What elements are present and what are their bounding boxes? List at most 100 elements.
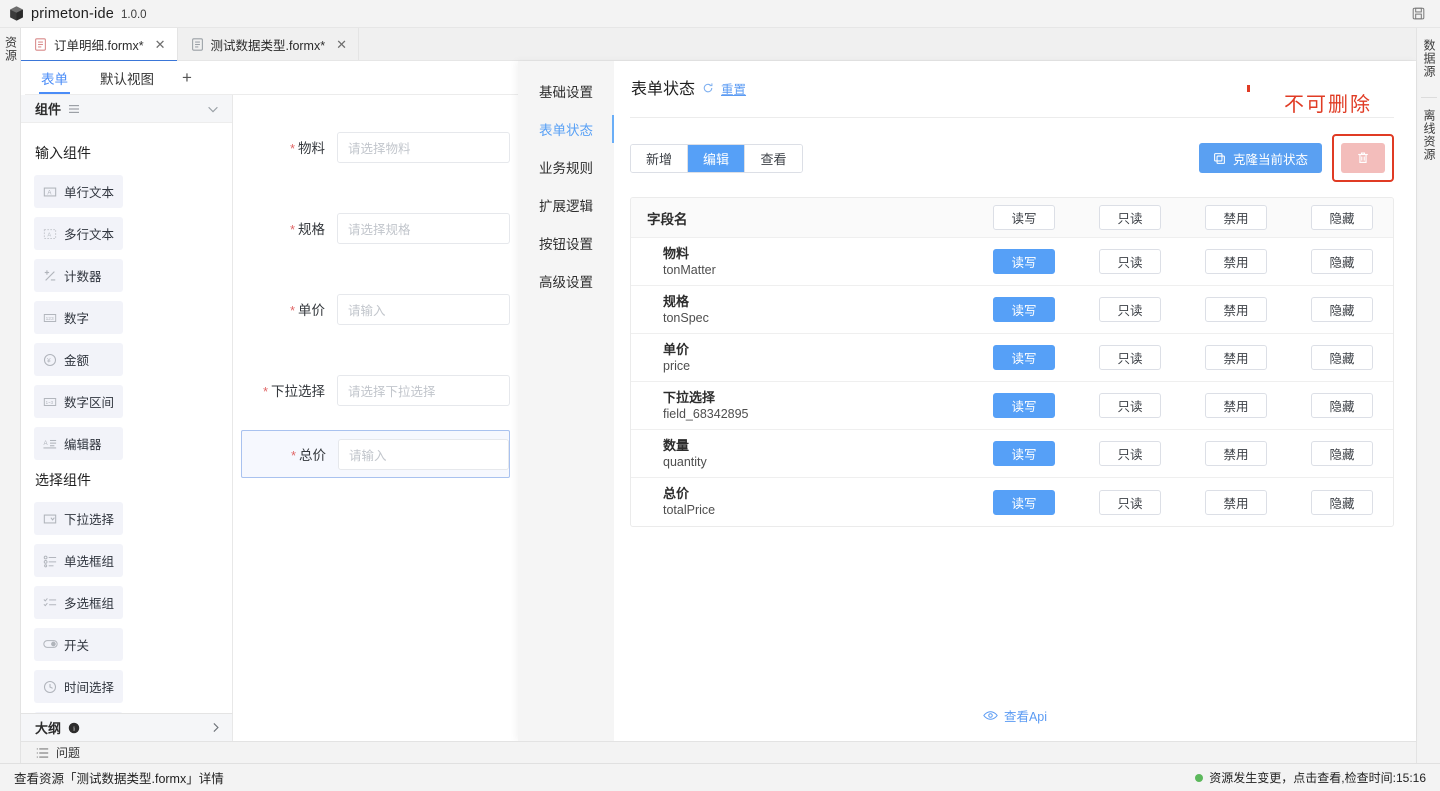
save-disk-icon[interactable]: [1411, 6, 1426, 21]
permission-readwrite-button[interactable]: 读写: [993, 345, 1055, 370]
form-field-input[interactable]: 请选择规格: [337, 213, 510, 244]
component-currency[interactable]: ¥ 金额: [34, 343, 123, 376]
problems-panel-header[interactable]: 问题: [21, 741, 1416, 763]
component-select[interactable]: 下拉选择: [34, 502, 123, 535]
tab-form[interactable]: 表单: [25, 61, 84, 94]
settings-nav-button-settings[interactable]: 按钮设置: [518, 224, 614, 262]
palette-header[interactable]: 组件: [21, 95, 232, 123]
component-time-picker[interactable]: 时间选择: [34, 670, 123, 703]
outline-panel-header[interactable]: 大纲 i: [21, 713, 233, 741]
form-field-input[interactable]: 请输入: [337, 294, 510, 325]
field-label: 规格: [663, 293, 993, 310]
settings-nav-business-rules[interactable]: 业务规则: [518, 148, 614, 186]
permission-disabled-button[interactable]: 禁用: [1205, 393, 1267, 418]
component-number[interactable]: 123 数字: [34, 301, 123, 334]
permission-readwrite-button[interactable]: 读写: [993, 441, 1055, 466]
permission-hidden-button[interactable]: 隐藏: [1311, 249, 1373, 274]
clone-state-button[interactable]: 克隆当前状态: [1199, 143, 1322, 173]
form-field-input[interactable]: 请选择下拉选择: [337, 375, 510, 406]
table-row: 总价 totalPrice 读写 只读 禁用 隐藏: [631, 478, 1393, 526]
form-field-row-selected[interactable]: *总价 请输入: [241, 430, 510, 478]
component-counter[interactable]: 计数器: [34, 259, 123, 292]
status-left-text[interactable]: 查看资源「测试数据类型.formx」详情: [14, 768, 224, 787]
form-canvas[interactable]: *物料 请选择物料 *规格 请选择规格 *单价 请输入 *下拉选择 请选择下拉选…: [233, 95, 518, 741]
permission-hidden-button[interactable]: 隐藏: [1311, 441, 1373, 466]
component-label: 金额: [64, 350, 89, 369]
number-icon: 123: [43, 311, 57, 325]
permission-hidden-button[interactable]: 隐藏: [1311, 393, 1373, 418]
form-field-input[interactable]: 请选择物料: [337, 132, 510, 163]
sidebar-item-datasource[interactable]: 数据源: [1421, 36, 1436, 93]
required-marker: *: [290, 141, 295, 156]
editor-tab-order-detail[interactable]: 订单明细.formx* ✕: [21, 28, 178, 60]
component-rich-editor[interactable]: A 编辑器: [34, 427, 123, 460]
permission-disabled-button[interactable]: 禁用: [1205, 297, 1267, 322]
view-api-link[interactable]: 查看Api: [614, 706, 1416, 725]
settings-nav: 基础设置 表单状态 业务规则 扩展逻辑 按钮设置 高级设置: [518, 61, 614, 741]
permission-readonly-button[interactable]: 只读: [1099, 345, 1161, 370]
state-tab-edit[interactable]: 编辑: [688, 145, 745, 172]
permission-disabled-button[interactable]: 禁用: [1205, 490, 1267, 515]
permission-hidden-button[interactable]: 隐藏: [1311, 297, 1373, 322]
settings-nav-extension-logic[interactable]: 扩展逻辑: [518, 186, 614, 224]
delete-state-button[interactable]: [1341, 143, 1385, 173]
tab-default-view[interactable]: 默认视图: [84, 61, 170, 94]
reset-link[interactable]: 重置: [721, 79, 746, 98]
permission-hidden-button[interactable]: 隐藏: [1311, 490, 1373, 515]
component-switch[interactable]: 开关: [34, 628, 123, 661]
permission-readwrite-button[interactable]: 读写: [993, 297, 1055, 322]
rich-editor-icon: A: [43, 437, 57, 451]
settings-nav-basic[interactable]: 基础设置: [518, 72, 614, 110]
component-radio-group[interactable]: 单选框组: [34, 544, 123, 577]
column-header-readwrite[interactable]: 读写: [993, 205, 1055, 230]
refresh-icon[interactable]: [702, 82, 714, 94]
close-icon[interactable]: ✕: [155, 38, 166, 51]
permission-disabled-button[interactable]: 禁用: [1205, 345, 1267, 370]
editor-tab-test-datatype[interactable]: 测试数据类型.formx* ✕: [178, 28, 360, 60]
sidebar-item-offline-resource[interactable]: 离线资源: [1421, 106, 1436, 176]
form-field-row[interactable]: *单价 请输入: [241, 285, 510, 333]
permission-readonly-button[interactable]: 只读: [1099, 249, 1161, 274]
activity-divider: [1421, 97, 1437, 98]
permission-readonly-button[interactable]: 只读: [1099, 297, 1161, 322]
status-right-group[interactable]: 资源发生变更，点击查看,检查时间:15:16: [1195, 769, 1426, 786]
permission-readonly-button[interactable]: 只读: [1099, 393, 1161, 418]
column-header-readonly[interactable]: 只读: [1099, 205, 1161, 230]
info-icon[interactable]: i: [68, 722, 80, 734]
hamburger-icon[interactable]: [68, 104, 80, 114]
component-single-line-text[interactable]: A 单行文本: [34, 175, 123, 208]
component-multi-line-text[interactable]: A 多行文本: [34, 217, 123, 250]
permission-readwrite-button[interactable]: 读写: [993, 249, 1055, 274]
close-icon[interactable]: ✕: [336, 38, 347, 51]
add-view-button[interactable]: +: [170, 69, 204, 86]
permission-readonly-button[interactable]: 只读: [1099, 490, 1161, 515]
permission-readonly-button[interactable]: 只读: [1099, 441, 1161, 466]
permission-readwrite-button[interactable]: 读写: [993, 393, 1055, 418]
permission-hidden-button[interactable]: 隐藏: [1311, 345, 1373, 370]
problems-label: 问题: [56, 744, 80, 761]
form-field-row[interactable]: *下拉选择 请选择下拉选择: [241, 366, 510, 414]
chevron-down-icon[interactable]: [206, 102, 220, 116]
component-number-range[interactable]: 1~3 数字区间: [34, 385, 123, 418]
settings-nav-form-state[interactable]: 表单状态: [518, 110, 614, 148]
field-name-cell: 规格 tonSpec: [631, 293, 993, 327]
form-field-row[interactable]: *物料 请选择物料: [241, 123, 510, 171]
state-tab-view[interactable]: 查看: [745, 145, 802, 172]
page-title: 表单状态: [631, 75, 695, 99]
permission-disabled-button[interactable]: 禁用: [1205, 441, 1267, 466]
state-tab-create[interactable]: 新增: [631, 145, 688, 172]
component-checkbox-group[interactable]: 多选框组: [34, 586, 123, 619]
currency-icon: ¥: [43, 353, 57, 367]
column-header-hidden[interactable]: 隐藏: [1311, 205, 1373, 230]
permission-disabled-button[interactable]: 禁用: [1205, 249, 1267, 274]
chevron-right-icon[interactable]: [209, 721, 222, 734]
form-field-input[interactable]: 请输入: [338, 439, 509, 470]
sidebar-item-offline-resource-label: 离线资源: [1421, 109, 1436, 161]
tab-form-label: 表单: [41, 68, 68, 88]
column-header-disabled[interactable]: 禁用: [1205, 205, 1267, 230]
number-range-icon: 1~3: [43, 395, 57, 409]
permission-readwrite-button[interactable]: 读写: [993, 490, 1055, 515]
sidebar-item-resources[interactable]: 资源: [3, 36, 18, 763]
form-field-row[interactable]: *规格 请选择规格: [241, 204, 510, 252]
settings-nav-advanced[interactable]: 高级设置: [518, 262, 614, 300]
